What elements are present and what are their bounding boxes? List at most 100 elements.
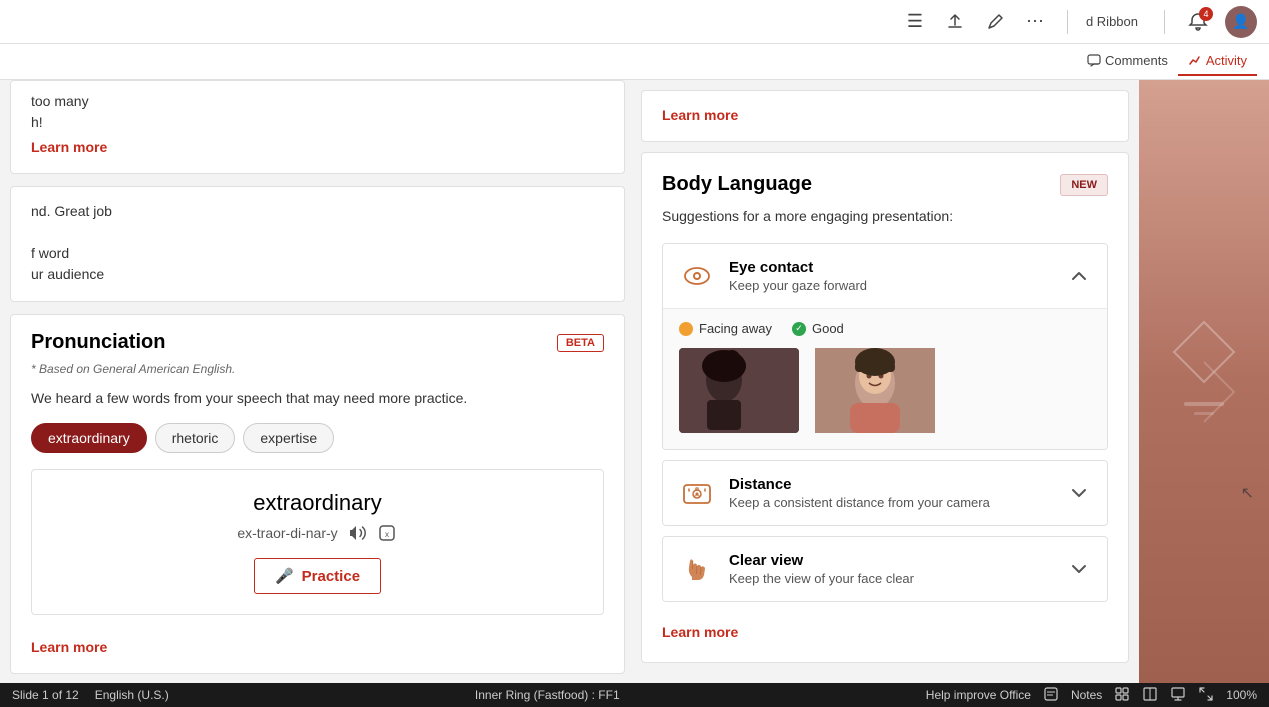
hamburger-icon[interactable]: ☰ [901,8,929,36]
distance-toggle[interactable] [1067,481,1091,505]
eye-contact-desc: Keep your gaze forward [729,278,1067,293]
share-icon[interactable] [941,8,969,36]
sample-images [679,348,1091,433]
status-row: Facing away ✓ Good [679,321,1091,336]
learn-more-pronunciation[interactable]: Learn more [31,639,107,655]
notes-button[interactable]: Notes [1071,688,1102,702]
clear-view-desc: Keep the view of your face clear [729,571,1067,586]
section-distance: Distance Keep a consistent distance from… [662,460,1108,526]
clipped-mid-text: nd. Great job f word ur audience [31,201,604,285]
center-info: Inner Ring (Fastfood) : FF1 [185,688,910,702]
practice-label: Practice [302,568,360,585]
svg-text:x: x [385,530,389,539]
slide-info: Slide 1 of 12 [12,688,79,702]
chip-expertise[interactable]: expertise [243,423,334,453]
facing-away-label: Facing away [699,321,772,336]
clear-view-icon [679,551,715,587]
clipped-text: too many h! [31,91,604,133]
body-lang-title: Body Language [662,173,812,196]
clipped-line-5: ur audience [31,266,104,282]
divider2 [1164,10,1165,34]
ribbon-label: d Ribbon [1086,14,1138,29]
tab-comments[interactable]: Comments [1077,47,1178,76]
main-content: too many h! Learn more nd. Great job f w… [0,80,1269,683]
right-panel: Learn more Body Language NEW Suggestions… [635,80,1139,683]
distance-name: Distance [729,476,1067,493]
body-lang-header: Body Language NEW [662,173,1108,196]
distance-header[interactable]: Distance Keep a consistent distance from… [663,461,1107,525]
pronunciation-header: Pronunciation BETA [31,331,604,354]
warning-dot [679,322,693,336]
audio-icon[interactable] [346,522,368,544]
we-heard-text: We heard a few words from your speech th… [31,388,604,409]
status-facing-away: Facing away [679,321,772,336]
clipped-top-card: too many h! Learn more [10,80,625,174]
distance-text: Distance Keep a consistent distance from… [729,476,1067,510]
activity-label: Activity [1206,53,1247,68]
notification-button[interactable]: 4 [1183,7,1213,37]
learn-more-top-link[interactable]: Learn more [31,139,107,155]
clear-view-header[interactable]: Clear view Keep the view of your face cl… [663,537,1107,601]
eye-contact-icon [679,258,715,294]
word-phonetic-row: ex-traor-di-nar-y x [52,522,583,544]
body-language-card: Body Language NEW Suggestions for a more… [641,152,1129,663]
language-info: English (U.S.) [95,688,169,702]
avatar[interactable]: 👤 [1225,6,1257,38]
left-panel: too many h! Learn more nd. Great job f w… [0,80,635,683]
pronunciation-title: Pronunciation [31,331,165,354]
eye-contact-header[interactable]: Eye contact Keep your gaze forward [663,244,1107,308]
top-toolbar: ☰ ⋯ d Ribbon 4 👤 [0,0,1269,44]
secondary-toolbar: Comments Activity [0,44,1269,80]
good-image [815,348,935,433]
phonetic-text: ex-traor-di-nar-y [237,525,337,541]
slide-info-text: Slide 1 of 12 [12,688,79,702]
body-lang-subtitle: Suggestions for a more engaging presenta… [662,206,1108,227]
eye-contact-text: Eye contact Keep your gaze forward [729,259,1067,293]
good-label: Good [812,321,844,336]
word-main: extraordinary [52,490,583,516]
learn-more-body-lang[interactable]: Learn more [662,624,738,640]
language-text: English (U.S.) [95,688,169,702]
clear-view-toggle[interactable] [1067,557,1091,581]
status-bar-right: Help improve Office Notes [926,686,1257,705]
beta-badge: BETA [557,334,604,352]
zoom-level[interactable]: 100% [1226,688,1257,702]
slide-thumbnail-strip: ↖ [1139,80,1269,683]
facing-away-image [679,348,799,433]
clipped-mid-card: nd. Great job f word ur audience [10,186,625,302]
tab-activity[interactable]: Activity [1178,47,1257,76]
notes-icon[interactable] [1043,686,1059,705]
new-badge: NEW [1060,174,1108,196]
word-detail-box: extraordinary ex-traor-di-nar-y x [31,469,604,615]
top-right-learn-more[interactable]: Learn more [662,107,738,123]
clipped-line-4: f word [31,245,69,261]
view-icon-2[interactable] [1142,686,1158,705]
based-on-text: * Based on General American English. [31,362,604,376]
section-eye-contact: Eye contact Keep your gaze forward Facin… [662,243,1108,450]
section-clear-view: Clear view Keep the view of your face cl… [662,536,1108,602]
eye-contact-name: Eye contact [729,259,1067,276]
clipped-line-2: h! [31,114,43,130]
help-text: Help improve Office [926,688,1031,702]
clear-view-text: Clear view Keep the view of your face cl… [729,552,1067,586]
good-dot: ✓ [792,322,806,336]
notification-badge: 4 [1199,7,1213,21]
presenter-icon[interactable] [1170,686,1186,705]
chip-rhetoric[interactable]: rhetoric [155,423,236,453]
clear-view-name: Clear view [729,552,1067,569]
eye-contact-toggle[interactable] [1067,264,1091,288]
status-bar: Slide 1 of 12 English (U.S.) Inner Ring … [0,683,1269,707]
edit-icon[interactable] [981,8,1009,36]
comments-label: Comments [1105,53,1168,68]
chip-extraordinary[interactable]: extraordinary [31,423,147,453]
mic-icon: 🎤 [275,567,294,585]
slow-icon[interactable]: x [376,522,398,544]
practice-button[interactable]: 🎤 Practice [254,558,381,594]
distance-icon [679,475,715,511]
center-text: Inner Ring (Fastfood) : FF1 [475,688,620,702]
more-icon[interactable]: ⋯ [1021,8,1049,36]
expand-icon[interactable] [1198,686,1214,705]
word-chips-container: extraordinary rhetoric expertise [31,423,604,453]
view-icon-1[interactable] [1114,686,1130,705]
eye-contact-expanded: Facing away ✓ Good [663,308,1107,449]
